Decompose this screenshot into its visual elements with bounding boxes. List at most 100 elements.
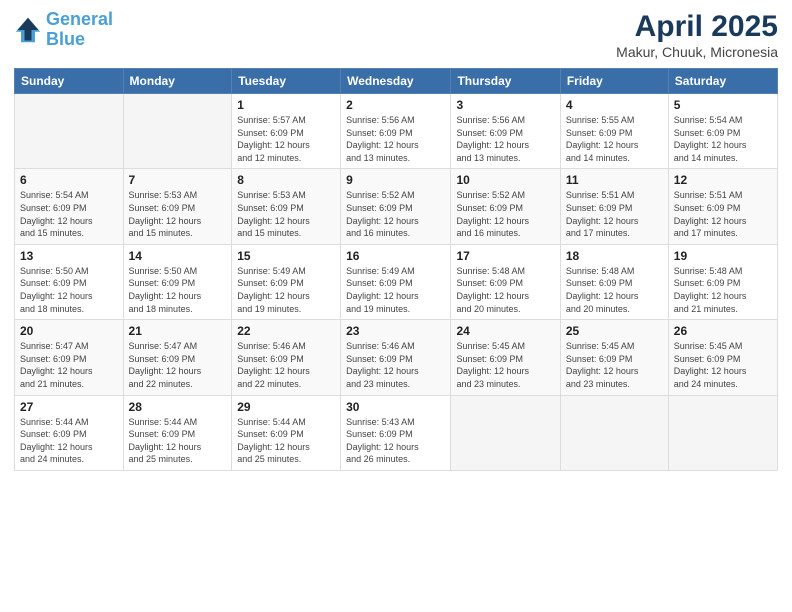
- calendar-cell: 27Sunrise: 5:44 AM Sunset: 6:09 PM Dayli…: [15, 395, 124, 470]
- calendar-cell: 29 Sunrise: 5:44 AM Sunset: 6:09 PM Dayli…: [232, 395, 341, 470]
- logo-blue: Blue: [46, 29, 85, 49]
- calendar-cell: [560, 395, 668, 470]
- day-info: Sunrise: 5:56 AM Sunset: 6:09 PM Dayligh…: [456, 114, 554, 164]
- day-number: 30: [346, 400, 445, 414]
- day-info: Sunrise: 5:52 AM Sunset: 6:09 PM Dayligh…: [346, 189, 445, 239]
- weekday-header: Wednesday: [341, 69, 451, 94]
- day-number: 17: [456, 249, 554, 263]
- day-info: Sunrise: 5:47 AM Sunset: 6:09 PM Dayligh…: [20, 340, 118, 390]
- day-number: 25: [566, 324, 663, 338]
- day-number: 29: [237, 400, 335, 414]
- day-info: Sunrise: 5:47 AM Sunset: 6:09 PM Dayligh…: [129, 340, 227, 390]
- day-info: Sunrise: 5:53 AM Sunset: 6:09 PM Dayligh…: [129, 189, 227, 239]
- day-info: Sunrise: 5:57 AM Sunset: 6:09 PM Dayligh…: [237, 114, 335, 164]
- calendar-cell: 15 Sunrise: 5:49 AM Sunset: 6:09 PM Dayli…: [232, 244, 341, 319]
- day-number: 9: [346, 173, 445, 187]
- day-number: 15: [237, 249, 335, 263]
- calendar-cell: 20 Sunrise: 5:47 AM Sunset: 6:09 PM Dayli…: [15, 320, 124, 395]
- calendar-cell: 5 Sunrise: 5:54 AM Sunset: 6:09 PM Daylig…: [668, 94, 777, 169]
- day-number: 8: [237, 173, 335, 187]
- calendar-cell: 30Sunrise: 5:43 AM Sunset: 6:09 PM Dayli…: [341, 395, 451, 470]
- day-info: Sunrise: 5:49 AM Sunset: 6:09 PM Dayligh…: [237, 265, 335, 315]
- day-number: 28: [129, 400, 227, 414]
- day-number: 23: [346, 324, 445, 338]
- calendar-cell: [123, 94, 232, 169]
- day-number: 22: [237, 324, 335, 338]
- day-info: Sunrise: 5:45 AM Sunset: 6:09 PM Dayligh…: [456, 340, 554, 390]
- calendar-cell: 24 Sunrise: 5:45 AM Sunset: 6:09 PM Dayli…: [451, 320, 560, 395]
- calendar-cell: 1 Sunrise: 5:57 AM Sunset: 6:09 PM Daylig…: [232, 94, 341, 169]
- day-info: Sunrise: 5:48 AM Sunset: 6:09 PM Dayligh…: [456, 265, 554, 315]
- calendar-cell: 21 Sunrise: 5:47 AM Sunset: 6:09 PM Dayli…: [123, 320, 232, 395]
- day-info: Sunrise: 5:54 AM Sunset: 6:09 PM Dayligh…: [20, 189, 118, 239]
- calendar-cell: 28 Sunrise: 5:44 AM Sunset: 6:09 PM Dayli…: [123, 395, 232, 470]
- day-number: 4: [566, 98, 663, 112]
- calendar-cell: [451, 395, 560, 470]
- weekday-header: Saturday: [668, 69, 777, 94]
- day-number: 12: [674, 173, 772, 187]
- calendar-cell: 13 Sunrise: 5:50 AM Sunset: 6:09 PM Dayli…: [15, 244, 124, 319]
- weekday-header: Tuesday: [232, 69, 341, 94]
- calendar-cell: 6 Sunrise: 5:54 AM Sunset: 6:09 PM Daylig…: [15, 169, 124, 244]
- calendar-week-row: 27Sunrise: 5:44 AM Sunset: 6:09 PM Dayli…: [15, 395, 778, 470]
- calendar-cell: 7 Sunrise: 5:53 AM Sunset: 6:09 PM Daylig…: [123, 169, 232, 244]
- day-number: 5: [674, 98, 772, 112]
- calendar-cell: 14 Sunrise: 5:50 AM Sunset: 6:09 PM Dayli…: [123, 244, 232, 319]
- calendar-cell: 22 Sunrise: 5:46 AM Sunset: 6:09 PM Dayli…: [232, 320, 341, 395]
- weekday-header: Friday: [560, 69, 668, 94]
- weekday-header: Sunday: [15, 69, 124, 94]
- calendar-cell: 8Sunrise: 5:53 AM Sunset: 6:09 PM Daylig…: [232, 169, 341, 244]
- day-info: Sunrise: 5:44 AM Sunset: 6:09 PM Dayligh…: [237, 416, 335, 466]
- day-number: 7: [129, 173, 227, 187]
- day-info: Sunrise: 5:51 AM Sunset: 6:09 PM Dayligh…: [674, 189, 772, 239]
- calendar-cell: 4Sunrise: 5:55 AM Sunset: 6:09 PM Daylig…: [560, 94, 668, 169]
- header: General Blue April 2025 Makur, Chuuk, Mi…: [14, 10, 778, 60]
- day-info: Sunrise: 5:45 AM Sunset: 6:09 PM Dayligh…: [566, 340, 663, 390]
- calendar-cell: 25 Sunrise: 5:45 AM Sunset: 6:09 PM Dayli…: [560, 320, 668, 395]
- calendar-cell: 17 Sunrise: 5:48 AM Sunset: 6:09 PM Dayli…: [451, 244, 560, 319]
- day-number: 20: [20, 324, 118, 338]
- calendar-cell: [15, 94, 124, 169]
- day-number: 16: [346, 249, 445, 263]
- day-number: 1: [237, 98, 335, 112]
- day-info: Sunrise: 5:45 AM Sunset: 6:09 PM Dayligh…: [674, 340, 772, 390]
- calendar-week-row: 1 Sunrise: 5:57 AM Sunset: 6:09 PM Daylig…: [15, 94, 778, 169]
- page: General Blue April 2025 Makur, Chuuk, Mi…: [0, 0, 792, 612]
- day-info: Sunrise: 5:50 AM Sunset: 6:09 PM Dayligh…: [20, 265, 118, 315]
- calendar-cell: 19 Sunrise: 5:48 AM Sunset: 6:09 PM Dayli…: [668, 244, 777, 319]
- weekday-header: Monday: [123, 69, 232, 94]
- calendar-cell: 12 Sunrise: 5:51 AM Sunset: 6:09 PM Dayli…: [668, 169, 777, 244]
- day-info: Sunrise: 5:54 AM Sunset: 6:09 PM Dayligh…: [674, 114, 772, 164]
- title-block: April 2025 Makur, Chuuk, Micronesia: [616, 10, 778, 60]
- logo-general: General: [46, 9, 113, 29]
- day-number: 14: [129, 249, 227, 263]
- logo-icon: [14, 16, 42, 44]
- calendar-cell: 23 Sunrise: 5:46 AM Sunset: 6:09 PM Dayli…: [341, 320, 451, 395]
- day-info: Sunrise: 5:46 AM Sunset: 6:09 PM Dayligh…: [346, 340, 445, 390]
- calendar-cell: 11Sunrise: 5:51 AM Sunset: 6:09 PM Dayli…: [560, 169, 668, 244]
- day-info: Sunrise: 5:48 AM Sunset: 6:09 PM Dayligh…: [566, 265, 663, 315]
- day-number: 26: [674, 324, 772, 338]
- day-info: Sunrise: 5:48 AM Sunset: 6:09 PM Dayligh…: [674, 265, 772, 315]
- logo: General Blue: [14, 10, 113, 50]
- day-info: Sunrise: 5:50 AM Sunset: 6:09 PM Dayligh…: [129, 265, 227, 315]
- logo-text: General Blue: [46, 10, 113, 50]
- location: Makur, Chuuk, Micronesia: [616, 44, 778, 60]
- day-number: 21: [129, 324, 227, 338]
- day-info: Sunrise: 5:46 AM Sunset: 6:09 PM Dayligh…: [237, 340, 335, 390]
- weekday-header-row: SundayMondayTuesdayWednesdayThursdayFrid…: [15, 69, 778, 94]
- calendar-cell: [668, 395, 777, 470]
- day-number: 2: [346, 98, 445, 112]
- day-info: Sunrise: 5:51 AM Sunset: 6:09 PM Dayligh…: [566, 189, 663, 239]
- day-number: 24: [456, 324, 554, 338]
- day-number: 19: [674, 249, 772, 263]
- calendar-table: SundayMondayTuesdayWednesdayThursdayFrid…: [14, 68, 778, 471]
- calendar-cell: 2Sunrise: 5:56 AM Sunset: 6:09 PM Daylig…: [341, 94, 451, 169]
- calendar-week-row: 6 Sunrise: 5:54 AM Sunset: 6:09 PM Daylig…: [15, 169, 778, 244]
- calendar-cell: 26 Sunrise: 5:45 AM Sunset: 6:09 PM Dayli…: [668, 320, 777, 395]
- day-info: Sunrise: 5:44 AM Sunset: 6:09 PM Dayligh…: [129, 416, 227, 466]
- month-title: April 2025: [616, 10, 778, 44]
- day-number: 6: [20, 173, 118, 187]
- day-number: 18: [566, 249, 663, 263]
- day-number: 13: [20, 249, 118, 263]
